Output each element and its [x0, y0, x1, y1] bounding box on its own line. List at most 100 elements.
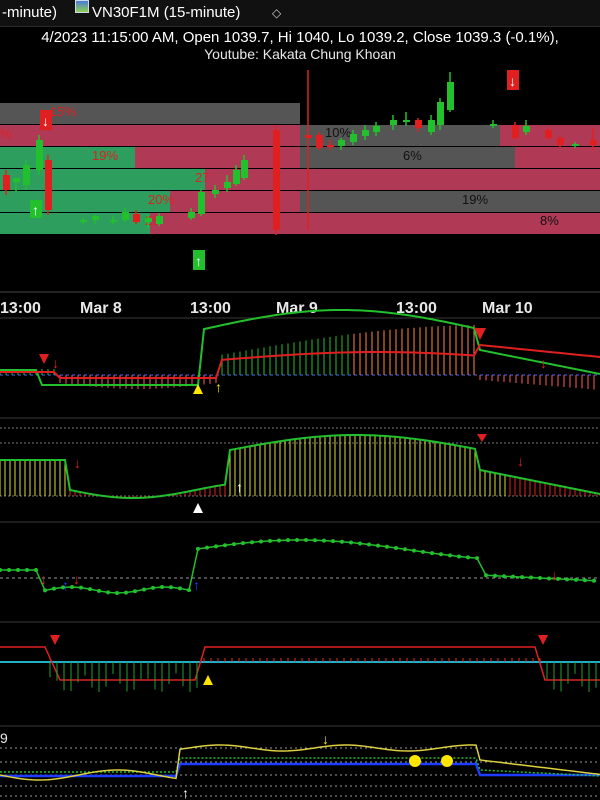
indicator-point: [304, 538, 308, 543]
down-arrow-icon: ↓: [509, 73, 516, 89]
up-arrow-icon: ↑: [195, 253, 202, 269]
candle-body: [316, 135, 323, 148]
candle-body: [110, 220, 117, 222]
candle-body: [156, 216, 163, 224]
indicator-point: [439, 552, 443, 557]
panel-label: 9: [0, 730, 8, 746]
candle-body: [13, 178, 20, 182]
indicator-point: [448, 553, 452, 558]
price-zones: [0, 103, 600, 234]
indicator-point: [538, 576, 542, 580]
indicator-point: [430, 551, 434, 556]
time-label: Mar 8: [80, 300, 122, 317]
indicator-point: [466, 555, 470, 560]
candle-body: [241, 160, 248, 178]
indicator-point: [187, 588, 191, 593]
candle-body: [545, 130, 552, 138]
indicator-point: [457, 554, 461, 559]
signal-dot: [441, 755, 453, 767]
indicator-point: [106, 590, 110, 595]
indicator-point: [160, 585, 164, 590]
chart-area[interactable]: 15% % 19% 27 20% 25 10% 6% 19% 8% ↓ ↑ ↑ …: [0, 0, 600, 800]
up-arrow-icon: ↑: [215, 379, 222, 395]
indicator-panel-1: ↑ ↓ ↓: [0, 308, 600, 395]
buy-triangle-icon: [193, 503, 203, 513]
indicator-panel-3: ↓ ↑ ↓ ↑↓: [0, 538, 600, 595]
candle-body: [327, 145, 334, 147]
indicator-line: [0, 646, 600, 681]
candle-body: [23, 165, 30, 185]
indicator-point: [574, 577, 578, 582]
candle-body: [428, 120, 435, 132]
buy-triangle-icon: [203, 675, 213, 685]
signal-dot: [409, 755, 421, 767]
up-arrow-icon: ↑: [32, 202, 39, 218]
indicator-point: [151, 585, 155, 590]
indicator-point: [97, 588, 101, 593]
candle-body: [447, 82, 454, 110]
indicator-point: [376, 543, 380, 548]
indicator-line: [0, 762, 600, 778]
sell-triangle-icon: [477, 434, 487, 442]
zone-green-4: [0, 191, 170, 212]
indicator-point: [592, 578, 596, 583]
indicator-point: [223, 543, 227, 548]
indicator-point: [520, 575, 524, 580]
zone-label: 15%: [50, 104, 76, 119]
time-axis: 13:00 Mar 8 13:00 Mar 9 13:00 Mar 10: [0, 300, 533, 317]
indicator-point: [277, 538, 281, 543]
candle-body: [198, 192, 205, 214]
indicator-point: [385, 544, 389, 549]
indicator-point: [322, 538, 326, 543]
indicator-point: [0, 568, 2, 572]
time-label: 13:00: [190, 300, 231, 317]
candle-body: [572, 144, 579, 146]
zone-label: 27: [195, 170, 209, 185]
indicator-point: [214, 544, 218, 549]
candle-body: [437, 102, 444, 125]
down-arrow-icon: ↓: [540, 355, 547, 371]
candle-body: [403, 120, 410, 122]
indicator-panel-4: [0, 635, 600, 692]
zone-label: 19%: [462, 192, 488, 207]
indicator-point: [565, 577, 569, 582]
down-arrow-icon: ↓: [74, 455, 81, 471]
indicator-point: [88, 587, 92, 592]
indicator-point: [34, 568, 38, 572]
candle-body: [350, 134, 357, 142]
indicator-point: [493, 573, 497, 578]
zone-label: 8%: [540, 213, 559, 228]
indicator-point: [340, 539, 344, 544]
down-arrow-icon: ↓: [52, 355, 59, 371]
indicator-panel-5: ↓↑: [0, 731, 600, 800]
indicator-point: [286, 538, 290, 543]
candle-body: [92, 216, 99, 220]
zone-label: 20%: [148, 192, 174, 207]
indicator-point: [115, 590, 119, 595]
indicator-point: [421, 549, 425, 554]
sell-triangle-icon: [50, 635, 60, 645]
zone-gray-4: [300, 191, 600, 212]
indicator-point: [484, 573, 488, 578]
indicator-point: [331, 539, 335, 544]
indicator-point: [52, 586, 56, 591]
candle-body: [305, 135, 312, 138]
zone-label: 10%: [325, 125, 351, 140]
indicator-point: [142, 587, 146, 592]
indicator-point: [232, 542, 236, 547]
candle-body: [145, 218, 152, 222]
down-arrow-icon: ↓: [40, 571, 47, 587]
indicator-point: [7, 568, 11, 572]
candle-body: [512, 125, 519, 138]
down-arrow-icon: ↓: [517, 453, 524, 469]
indicator-line: [0, 539, 595, 594]
up-arrow-icon: ↑: [236, 479, 243, 495]
indicator-point: [124, 590, 128, 595]
indicator-point: [367, 542, 371, 547]
indicator-point: [502, 574, 506, 579]
indicator-point: [133, 589, 137, 594]
candle-body: [212, 190, 219, 194]
zone-label: 6%: [403, 148, 422, 163]
candle-body: [490, 124, 497, 126]
indicator-point: [511, 574, 515, 579]
